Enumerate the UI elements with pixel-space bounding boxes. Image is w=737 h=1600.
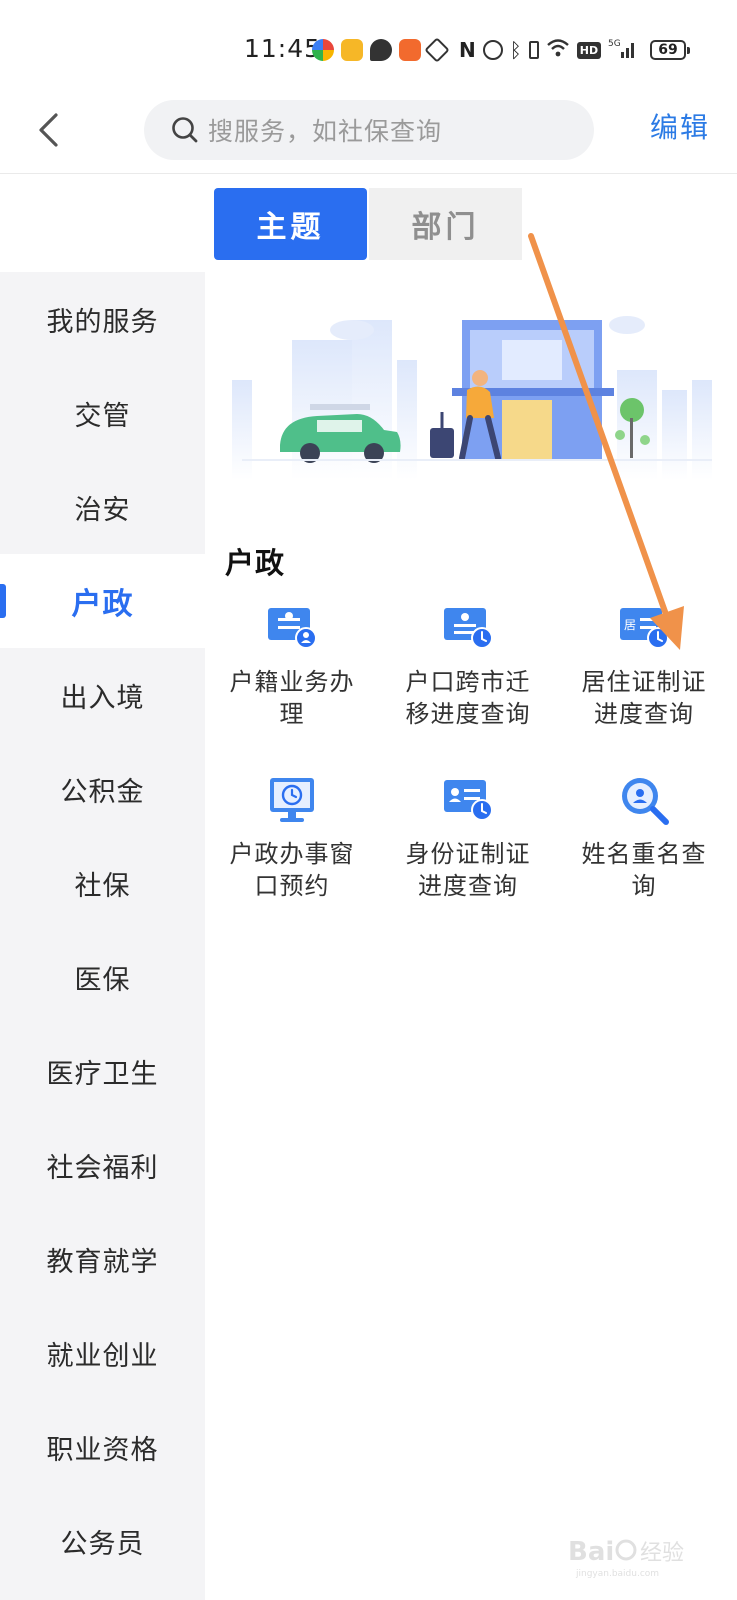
search-input[interactable]: 搜服务，如社保查询 [144,100,594,160]
baidu-jingyan-watermark: Bai 经验 jingyan.baidu.com [568,1537,684,1579]
service-window-appointment[interactable]: 户政办事窗 口预约 [207,772,377,902]
signal-icon: 5G [608,37,638,63]
tab-department[interactable]: 部门 [369,188,522,260]
name-search-icon [622,778,669,825]
service-label-line1: 户籍业务办 [229,668,355,696]
alarm-icon [482,40,503,60]
hand-icon [424,37,450,63]
status-bar: 11:45 N ᛒ HD 5G 69 [0,0,737,100]
service-label-line1: 身份证制证 [405,840,531,868]
bluetooth-icon: ᛒ [509,38,522,62]
category-sidebar: 我的服务 交管 治安 户政 出入境 公积金 社保 医保 医疗卫生 社会福利 教育… [0,272,205,1600]
svg-text:Bai: Bai [568,1537,614,1567]
back-button[interactable] [28,104,68,156]
app-icon-yellow [341,39,363,61]
section-title: 户政 [225,546,286,580]
sidebar-item-education[interactable]: 教育就学 [0,1212,205,1306]
service-label-line2: 移进度查询 [405,700,531,728]
service-label-line1: 姓名重名查 [581,840,707,868]
service-id-card-progress[interactable]: 身份证制证 进度查询 [383,772,553,902]
sidebar-item-traffic[interactable]: 交管 [0,366,205,460]
search-icon [172,117,198,143]
sidebar-item-household[interactable]: 户政 [0,554,205,648]
service-name-duplicate-search[interactable]: 姓名重名查 询 [559,772,729,902]
sidebar-item-healthcare[interactable]: 医疗卫生 [0,1024,205,1118]
app-icon-colorful [312,39,334,61]
sidebar-item-employment[interactable]: 就业创业 [0,1306,205,1400]
status-time: 11:45 [244,34,322,63]
message-icon [370,39,392,61]
search-placeholder: 搜服务，如社保查询 [208,117,443,146]
sidebar-item-social-security[interactable]: 社保 [0,836,205,930]
chevron-left-icon [39,113,58,147]
sidebar-item-social-welfare[interactable]: 社会福利 [0,1118,205,1212]
sidebar-item-medical-insurance[interactable]: 医保 [0,930,205,1024]
service-label-line2: 进度查询 [594,700,694,728]
service-label-line2: 询 [631,872,657,900]
service-label-line1: 居住证制证 [581,668,707,696]
service-label-line2: 理 [279,700,305,728]
wifi-icon [546,38,570,62]
service-label-line2: 口预约 [254,872,330,900]
migration-progress-icon [444,608,493,649]
service-label-line1: 户政办事窗 [229,840,355,868]
id-card-progress-icon [444,780,493,821]
sidebar-item-my-services[interactable]: 我的服务 [0,272,205,366]
service-label-line1: 户口跨市迁 [405,668,531,696]
service-residence-permit-progress[interactable]: 居 居住证制证 进度查询 [559,600,729,730]
tab-topic[interactable]: 主题 [214,188,367,260]
svg-text:5G: 5G [608,39,621,49]
app-icon-orange [399,39,421,61]
sidebar-item-exit-entry[interactable]: 出入境 [0,648,205,742]
sidebar-item-civil-servant[interactable]: 公务员 [0,1494,205,1588]
hd-icon: HD [576,41,602,59]
household-banner-illustration [232,316,712,480]
svg-text:经验: 经验 [640,1541,684,1566]
sidebar-item-label: 户政 [71,587,134,622]
service-household-registration[interactable]: 户籍业务办 理 [207,600,377,730]
service-migration-progress[interactable]: 户口跨市迁 移进度查询 [383,600,553,730]
edit-button[interactable]: 编辑 [650,106,710,146]
svg-text:jingyan.baidu.com: jingyan.baidu.com [575,1569,659,1579]
service-label-line2: 进度查询 [418,872,518,900]
nfc-icon: N [459,38,476,62]
battery-saver-icon [528,41,539,59]
residence-permit-icon: 居 [620,608,669,649]
battery-icon: 69 [650,40,690,60]
header: 搜服务，如社保查询 编辑 [0,100,737,174]
household-card-icon [268,608,317,649]
active-indicator [0,584,6,618]
sidebar-item-qualifications[interactable]: 职业资格 [0,1400,205,1494]
svg-text:居: 居 [624,618,636,632]
sidebar-item-public-security[interactable]: 治安 [0,460,205,554]
window-appointment-icon [270,778,314,822]
status-icons: N ᛒ HD 5G [312,36,638,64]
sidebar-item-housing-fund[interactable]: 公积金 [0,742,205,836]
